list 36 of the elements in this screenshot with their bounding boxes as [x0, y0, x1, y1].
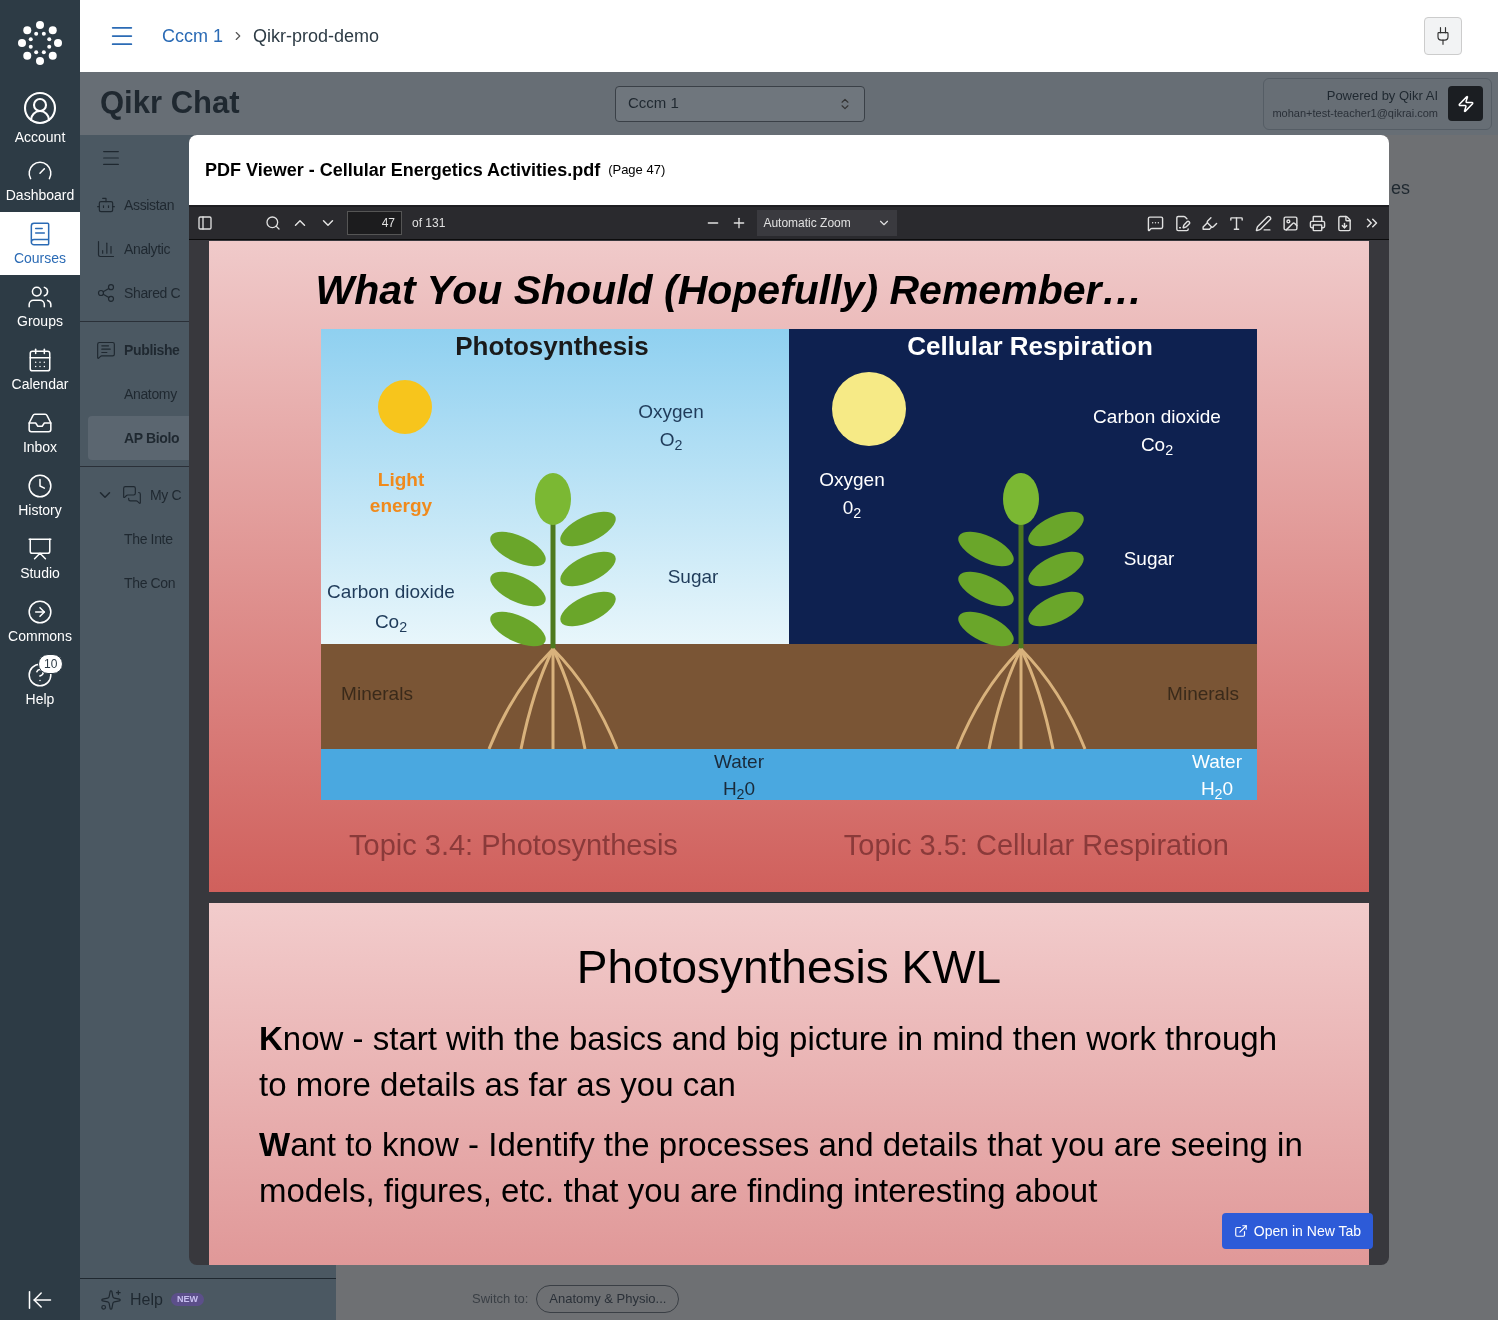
illustration-label: Minerals: [1167, 682, 1239, 706]
illustration-label: Minerals: [341, 682, 413, 706]
illustration-label: H$_{2}$0: [722, 777, 756, 802]
illustration-label: Oxygen: [819, 468, 885, 492]
breadcrumb-current: Qikr-prod-demo: [253, 24, 380, 48]
illustration-label: Carbon dioxide: [327, 580, 455, 604]
kwl-heading: Photosynthesis KWL: [575, 940, 1003, 995]
illustration-label: Light: [377, 468, 425, 492]
illustration-label: O$_{2}$: [659, 428, 683, 453]
topic-caption: Topic 3.5: Cellular Respiration: [843, 828, 1229, 863]
illustration-label: Carbon dioxide: [1093, 405, 1221, 429]
notification-badge: 10: [38, 654, 64, 674]
dialog-title: PDF Viewer - Cellular Energetics Activities.pdf: [205, 158, 601, 182]
illustration-label: Water: [714, 750, 764, 774]
slide-heading: What You Should (Hopefully) Remember…: [315, 266, 1143, 315]
illustration-label: Cellular Respiration: [907, 333, 1153, 359]
page-count: of 131: [412, 215, 446, 232]
page-note: (Page 47): [608, 161, 666, 180]
illustration-label: Sugar: [1123, 547, 1175, 571]
kwl-paragraph: Want to know - Identify the processes and details that you are seeing in models, figures, etc. that you are finding interesting about: [259, 1125, 1304, 1211]
illustration-label: energy: [369, 494, 433, 518]
app-title: Qikr Chat: [100, 84, 241, 123]
illustration-label: 0$_{2}$: [842, 496, 862, 521]
kwl-paragraph: Know - start with the basics and big picture in mind then work through to more details as far as you can: [259, 1019, 1279, 1105]
email-text: mohan+test-teacher1@qikrai.com: [1272, 106, 1438, 121]
illustration-label: Photosynthesis: [455, 333, 649, 359]
illustration-label: Sugar: [667, 565, 719, 589]
powered-by-text: Powered by Qikr AI: [1326, 86, 1438, 105]
new-badge: NEW: [170, 1292, 204, 1307]
topic-caption: Topic 3.4: Photosynthesis: [349, 828, 678, 863]
illustration-label: Co$_{2}$: [1140, 433, 1174, 458]
panel-heading-fragment: es: [1391, 177, 1410, 200]
illustration-label: Water: [1192, 750, 1242, 774]
illustration-label: Oxygen: [638, 400, 704, 424]
illustration-label: H$_{2}$0: [1200, 777, 1234, 802]
illustration-label: Co$_{2}$: [374, 610, 408, 635]
